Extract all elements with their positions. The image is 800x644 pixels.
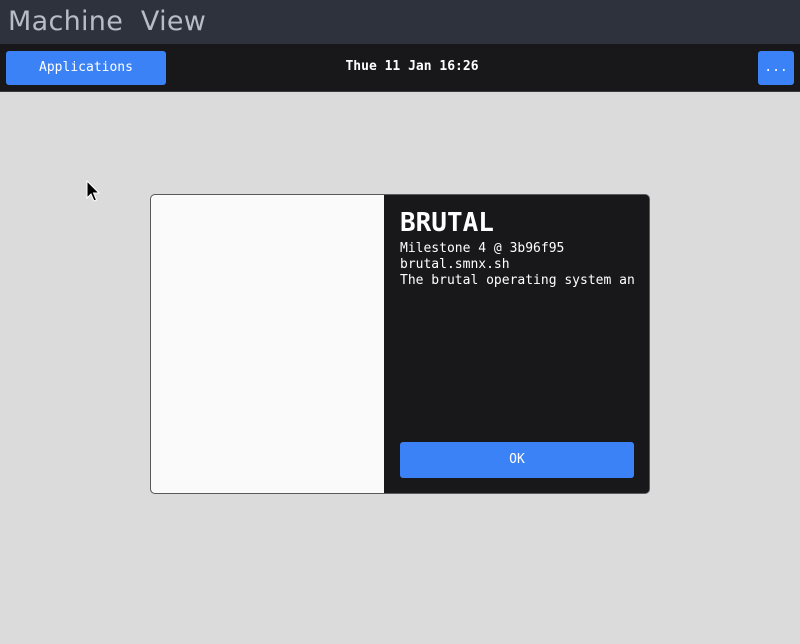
version-text: Milestone 4 @ 3b96f95 xyxy=(400,241,565,256)
website-text: brutal.smnx.sh xyxy=(400,257,510,272)
top-panel: Applications Thue 11 Jan 16:26 ... xyxy=(0,44,800,92)
description-text: The brutal operating system and xyxy=(400,273,634,288)
host-window-title: Machine View xyxy=(0,0,800,44)
about-dialog-body: BRUTAL Milestone 4 @ 3b96f95 brutal.smnx… xyxy=(384,195,649,493)
app-name: BRUTAL xyxy=(400,208,494,238)
about-dialog: BRUTAL Milestone 4 @ 3b96f95 brutal.smnx… xyxy=(150,194,650,494)
clock: Thue 11 Jan 16:26 xyxy=(345,59,479,74)
ok-button[interactable]: OK xyxy=(400,442,634,478)
applications-button[interactable]: Applications xyxy=(6,51,166,85)
mouse-cursor-icon xyxy=(86,180,101,202)
about-image-placeholder xyxy=(151,195,384,493)
more-button[interactable]: ... xyxy=(758,51,794,85)
